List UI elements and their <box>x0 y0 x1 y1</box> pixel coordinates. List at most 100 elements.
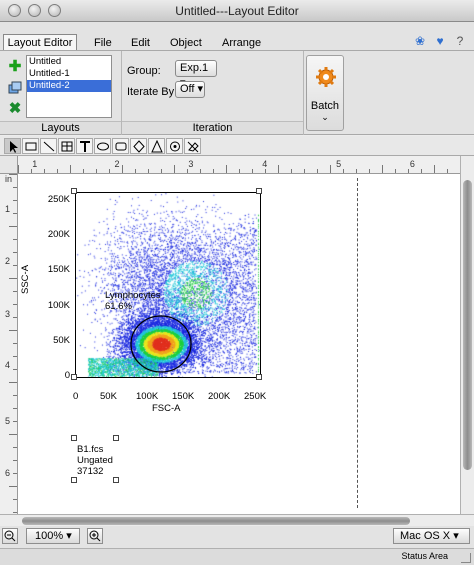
diamond-tool[interactable] <box>130 138 147 154</box>
status-text: Status Area <box>401 551 448 561</box>
ruler-mark: 5 <box>336 159 342 169</box>
ruler-tick <box>13 239 17 240</box>
ruler-mark: 6 <box>5 468 11 478</box>
ruler-tick <box>9 486 17 487</box>
ruler-tick <box>13 512 17 513</box>
rotate-tool[interactable] <box>166 138 183 154</box>
triangle-tool[interactable] <box>148 138 165 154</box>
resize-handle[interactable] <box>256 374 262 380</box>
resize-handle[interactable] <box>113 435 119 441</box>
add-layout-icon[interactable]: ✚ <box>8 59 22 74</box>
horizontal-ruler: 1 2 3 4 5 6 <box>18 156 460 174</box>
ruler-tick <box>356 169 357 173</box>
ruler-tick <box>13 343 17 344</box>
ruler-tick <box>382 165 383 173</box>
resize-handle[interactable] <box>71 374 77 380</box>
menu-edit[interactable]: Edit <box>131 37 150 49</box>
batch-button[interactable]: Batch ⌄ <box>306 55 344 131</box>
iteration-panel: Group: Exp.1 ▾ Iterate By: Off ▾ Iterati… <box>122 51 304 135</box>
chevron-down-icon: ▾ <box>453 530 459 542</box>
ruler-tick <box>226 165 227 173</box>
annotation-gate: Ungated <box>77 455 113 466</box>
window-title: Untitled---Layout Editor <box>175 4 299 18</box>
duplicate-layout-icon[interactable] <box>8 81 22 95</box>
ruler-mark: 4 <box>5 360 11 370</box>
rectangle-tool[interactable] <box>22 138 39 154</box>
horizontal-scrollbar[interactable] <box>0 514 474 526</box>
ruler-tick <box>9 382 17 383</box>
ruler-tick <box>174 165 175 173</box>
list-item[interactable]: Untitled-1 <box>27 68 111 80</box>
menu-file[interactable]: File <box>94 37 112 49</box>
ellipse-tool[interactable] <box>94 138 111 154</box>
iterate-by-select[interactable]: Off ▾ <box>175 81 205 98</box>
resize-handle[interactable] <box>256 188 262 194</box>
ruler-mark: 2 <box>5 256 11 266</box>
ruler-tick <box>9 226 17 227</box>
ruler-mark: 2 <box>114 159 120 169</box>
ruler-tick <box>395 169 396 173</box>
ruler-mark: 5 <box>5 416 11 426</box>
tab-layout-editor[interactable]: Layout Editor <box>3 34 77 51</box>
horizontal-scroll-thumb[interactable] <box>22 517 410 525</box>
lymphocytes-gate[interactable] <box>130 315 192 373</box>
table-icon <box>61 141 73 152</box>
table-tool[interactable] <box>58 138 75 154</box>
ruler-tick <box>369 169 370 173</box>
ruler-tick <box>13 408 17 409</box>
layouts-list[interactable]: Untitled Untitled-1 Untitled-2 <box>26 55 112 118</box>
eraser-icon <box>187 141 199 153</box>
line-tool[interactable] <box>40 138 57 154</box>
select-tool[interactable] <box>4 138 21 154</box>
eraser-tool[interactable] <box>184 138 201 154</box>
ruler-tick <box>200 169 201 173</box>
resize-handle[interactable] <box>71 188 77 194</box>
menu-arrange[interactable]: Arrange <box>222 37 261 49</box>
y-tick-label: 50K <box>53 334 70 346</box>
group-select[interactable]: Exp.1 ▾ <box>175 60 217 89</box>
ruler-tick <box>421 169 422 173</box>
ruler-tick <box>13 265 17 266</box>
ruler-tick <box>252 169 253 173</box>
y-tick-label: 250K <box>47 194 70 205</box>
text-icon <box>80 141 90 152</box>
menu-object[interactable]: Object <box>170 37 202 49</box>
plot-frame[interactable] <box>75 192 261 378</box>
list-item[interactable]: Untitled <box>27 56 111 68</box>
resize-handle[interactable] <box>71 435 77 441</box>
ruler-tick <box>44 169 45 173</box>
x-tick-label: 250K <box>244 391 267 402</box>
iterate-by-label: Iterate By: <box>127 86 178 98</box>
list-item[interactable]: Untitled-2 <box>27 80 111 92</box>
text-tool[interactable] <box>76 138 93 154</box>
ruler-tick <box>13 213 17 214</box>
ruler-tick <box>278 165 279 173</box>
y-tick-label: 0 <box>64 370 70 381</box>
ruler-tick <box>317 169 318 173</box>
vertical-scrollbar[interactable] <box>460 156 474 514</box>
vertical-scroll-thumb[interactable] <box>463 180 472 470</box>
heart-icon[interactable]: ♥ <box>433 34 447 48</box>
layout-canvas[interactable]: 1 2 3 4 5 6 1 2 3 4 5 6 in Lymphocytes 61.6% 250K 2… <box>0 156 474 514</box>
ruler-tick <box>13 447 17 448</box>
zoom-select[interactable]: 100% ▾ <box>26 528 80 544</box>
zoom-value: 100% <box>35 530 64 542</box>
ruler-mark: 3 <box>188 159 194 169</box>
ruler-tick <box>13 460 17 461</box>
chevron-down-icon: ▾ <box>197 83 204 95</box>
ruler-tick <box>18 165 19 173</box>
resize-handle[interactable] <box>71 477 77 483</box>
gate-name: Lymphocytes <box>105 290 161 301</box>
layouts-panel-label: Layouts <box>0 121 121 134</box>
rounded-rect-tool[interactable] <box>112 138 129 154</box>
status-bar: Status Area <box>0 548 474 565</box>
resize-handle[interactable] <box>113 477 119 483</box>
resize-grip-icon[interactable] <box>461 553 471 563</box>
delete-layout-icon[interactable]: ✖ <box>8 101 22 116</box>
zoom-in-button[interactable] <box>87 528 103 544</box>
help-icon[interactable]: ? <box>453 34 467 48</box>
theme-select[interactable]: Mac OS X ▾ <box>393 528 470 544</box>
zoom-out-button[interactable] <box>2 528 18 544</box>
ribbon-icon[interactable]: ❀ <box>413 34 427 48</box>
ruler-unit: in <box>5 174 13 184</box>
